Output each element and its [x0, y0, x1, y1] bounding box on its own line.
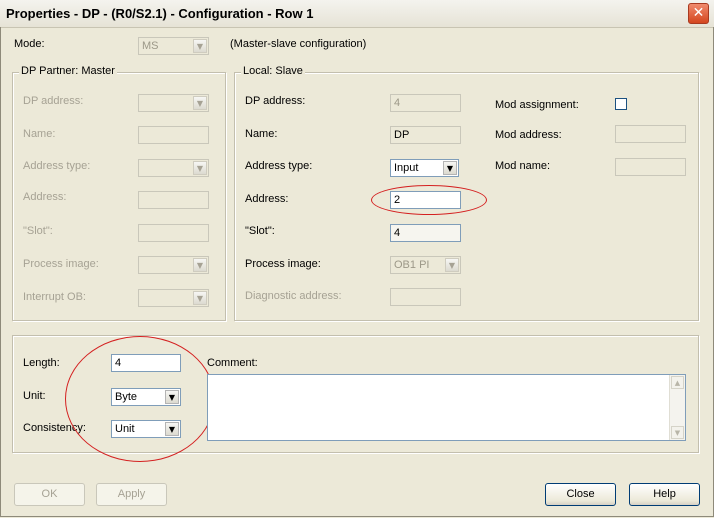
mode-description: (Master-slave configuration)	[230, 38, 367, 50]
slave-address-type-dropdown[interactable]: Input ▼	[390, 159, 459, 177]
chevron-down-icon: ▼	[193, 291, 207, 305]
consistency-dropdown[interactable]: Unit ▼	[111, 420, 181, 438]
partner-process-image-dropdown[interactable]: ▼	[138, 256, 209, 274]
comment-scrollbar[interactable]: ▲ ▼	[669, 375, 685, 440]
consistency-label: Consistency:	[23, 422, 86, 434]
chevron-down-icon: ▼	[165, 390, 179, 404]
partner-name-label: Name:	[23, 128, 56, 140]
close-button[interactable]: Close	[545, 483, 616, 506]
chevron-down-icon: ▼	[443, 161, 457, 175]
chevron-down-icon: ▼	[193, 258, 207, 272]
mode-label: Mode:	[14, 38, 45, 50]
unit-value: Byte	[115, 391, 138, 403]
chevron-down-icon: ▼	[193, 161, 207, 175]
chevron-down-icon: ▼	[193, 39, 207, 53]
local-slave-group	[234, 72, 699, 321]
partner-dp-address-label: DP address:	[23, 95, 84, 107]
chevron-down-icon: ▼	[165, 422, 179, 436]
window-title: Properties - DP - (R0/S2.1) - Configurat…	[6, 6, 314, 21]
slave-slot-label: "Slot":	[245, 225, 275, 237]
scroll-down-icon[interactable]: ▼	[671, 426, 684, 439]
length-label: Length:	[23, 357, 60, 369]
mod-name-label: Mod name:	[495, 160, 551, 172]
partner-address-label: Address:	[23, 191, 67, 203]
comment-label: Comment:	[207, 357, 258, 369]
mod-assignment-checkbox[interactable]	[615, 98, 627, 110]
partner-dp-address-dropdown[interactable]: ▼	[138, 94, 209, 112]
partner-address-type-dropdown[interactable]: ▼	[138, 159, 209, 177]
slave-address-type-value: Input	[394, 162, 419, 174]
mode-value: MS	[142, 40, 159, 52]
partner-process-image-label: Process image:	[23, 258, 99, 270]
comment-textarea[interactable]: ▲ ▼	[207, 374, 686, 441]
apply-button[interactable]: Apply	[96, 483, 167, 506]
unit-dropdown[interactable]: Byte ▼	[111, 388, 181, 406]
slave-name-field[interactable]: DP	[390, 126, 461, 144]
slave-process-image-dropdown[interactable]: OB1 PI ▼	[390, 256, 461, 274]
slave-process-image-value: OB1 PI	[394, 259, 430, 271]
partner-slot-label: "Slot":	[23, 225, 53, 237]
scroll-up-icon[interactable]: ▲	[671, 376, 684, 389]
help-button[interactable]: Help	[629, 483, 700, 506]
local-slave-legend: Local: Slave	[241, 65, 305, 77]
ok-button[interactable]: OK	[14, 483, 85, 506]
slave-address-field[interactable]: 2	[390, 191, 461, 209]
partner-address-type-label: Address type:	[23, 160, 91, 172]
unit-label: Unit:	[23, 390, 46, 402]
consistency-value: Unit	[115, 423, 135, 435]
slave-diagnostic-address-label: Diagnostic address:	[245, 290, 342, 302]
partner-address-field[interactable]	[138, 191, 209, 209]
length-field[interactable]: 4	[111, 354, 181, 372]
chevron-down-icon: ▼	[445, 258, 459, 272]
partner-interrupt-ob-label: Interrupt OB:	[23, 291, 86, 303]
slave-slot-field[interactable]: 4	[390, 224, 461, 242]
mod-address-field[interactable]	[615, 125, 686, 143]
close-icon[interactable]: ✕	[688, 3, 709, 24]
slave-name-label: Name:	[245, 128, 278, 140]
slave-diagnostic-address-field[interactable]	[390, 288, 461, 306]
mode-dropdown[interactable]: MS ▼	[138, 37, 209, 55]
partner-interrupt-ob-dropdown[interactable]: ▼	[138, 289, 209, 307]
slave-address-type-label: Address type:	[245, 160, 313, 172]
title-bar: Properties - DP - (R0/S2.1) - Configurat…	[0, 0, 714, 28]
slave-address-label: Address:	[245, 193, 289, 205]
mod-assignment-label: Mod assignment:	[495, 99, 579, 111]
dp-partner-legend: DP Partner: Master	[19, 65, 117, 77]
chevron-down-icon: ▼	[193, 96, 207, 110]
slave-process-image-label: Process image:	[245, 258, 321, 270]
partner-slot-field[interactable]	[138, 224, 209, 242]
mod-name-field[interactable]	[615, 158, 686, 176]
slave-dp-address-label: DP address:	[245, 95, 306, 107]
partner-name-field[interactable]	[138, 126, 209, 144]
slave-dp-address-field[interactable]: 4	[390, 94, 461, 112]
mod-address-label: Mod address:	[495, 129, 562, 141]
